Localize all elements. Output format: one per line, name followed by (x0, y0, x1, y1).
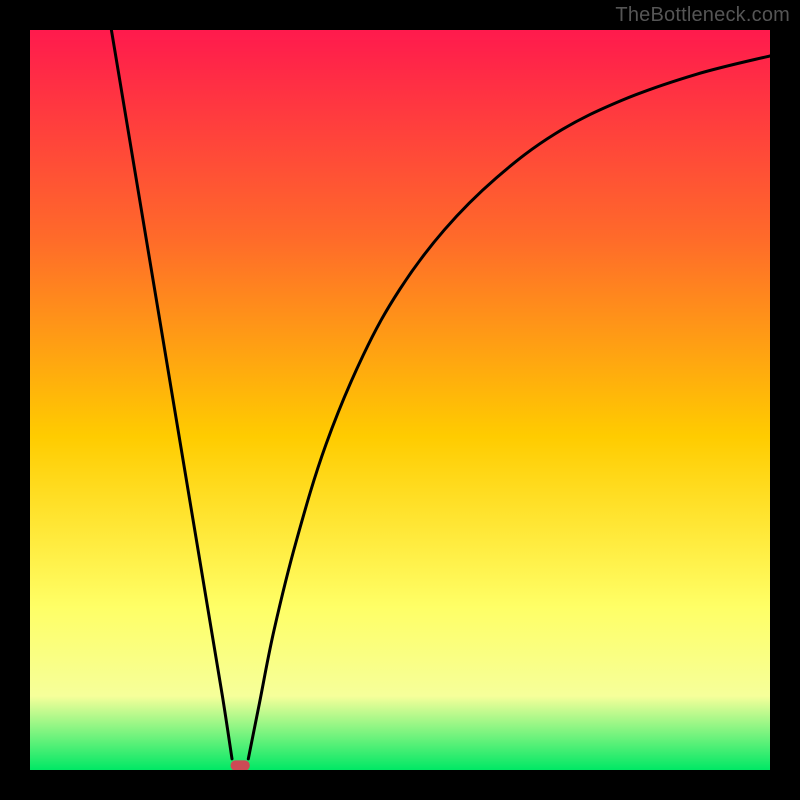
plot-area (30, 30, 770, 770)
watermark-text: TheBottleneck.com (615, 4, 790, 27)
vertex-marker (231, 760, 250, 770)
gradient-background (30, 30, 770, 770)
chart-frame: TheBottleneck.com (0, 0, 800, 800)
plot-svg (30, 30, 770, 770)
